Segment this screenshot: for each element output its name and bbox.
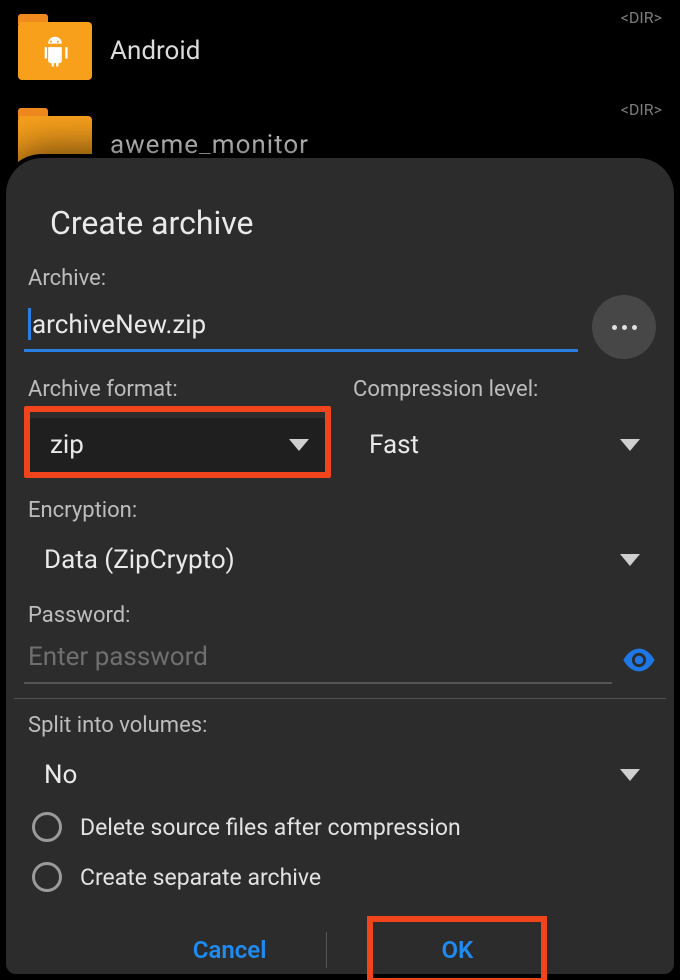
- chevron-down-icon: [620, 769, 640, 781]
- chevron-down-icon: [620, 554, 640, 566]
- archive-name-input[interactable]: archiveNew.zip: [24, 302, 578, 352]
- radio-icon: [32, 812, 62, 842]
- file-name: Android: [110, 36, 200, 66]
- format-label: Archive format:: [24, 371, 331, 406]
- ellipsis-icon: [612, 325, 637, 330]
- ok-highlight: OK: [367, 916, 547, 980]
- create-archive-dialog: Create archive Archive: archiveNew.zip A…: [6, 158, 674, 974]
- chevron-down-icon: [289, 439, 309, 451]
- split-label: Split into volumes:: [24, 707, 656, 742]
- encryption-label: Encryption:: [24, 492, 656, 527]
- archive-name-value: archiveNew.zip: [24, 302, 578, 352]
- format-highlight: zip: [24, 406, 331, 478]
- delete-source-option[interactable]: Delete source files after compression: [24, 802, 656, 852]
- separate-archive-option[interactable]: Create separate archive: [24, 852, 656, 902]
- cancel-button[interactable]: Cancel: [133, 918, 327, 980]
- dir-tag: <DIR>: [621, 100, 662, 119]
- divider: [14, 698, 666, 699]
- separate-archive-label: Create separate archive: [80, 864, 321, 891]
- password-placeholder: Enter password: [28, 642, 208, 672]
- password-label: Password:: [24, 597, 656, 632]
- eye-icon[interactable]: [622, 648, 656, 672]
- delete-source-label: Delete source files after compression: [80, 814, 461, 841]
- split-select[interactable]: No: [24, 748, 656, 802]
- format-value: zip: [50, 430, 84, 460]
- folder-android-icon: [18, 22, 92, 80]
- ok-button[interactable]: OK: [421, 932, 493, 968]
- radio-icon: [32, 862, 62, 892]
- dir-tag: <DIR>: [621, 8, 662, 27]
- file-row[interactable]: Android: [0, 6, 680, 96]
- browse-button[interactable]: [592, 295, 656, 359]
- encryption-value: Data (ZipCrypto): [44, 545, 235, 575]
- file-name: aweme_monitor: [110, 130, 309, 160]
- encryption-select[interactable]: Data (ZipCrypto): [24, 533, 656, 587]
- password-input[interactable]: Enter password: [24, 636, 612, 684]
- compression-select[interactable]: Fast: [349, 418, 656, 472]
- format-select[interactable]: zip: [30, 418, 325, 472]
- archive-label: Archive:: [24, 260, 656, 295]
- divider: [326, 932, 327, 968]
- chevron-down-icon: [620, 439, 640, 451]
- dialog-title: Create archive: [14, 196, 666, 260]
- compression-label: Compression level:: [349, 371, 656, 406]
- compression-value: Fast: [369, 430, 419, 460]
- split-value: No: [44, 760, 77, 790]
- text-caret: [28, 308, 31, 340]
